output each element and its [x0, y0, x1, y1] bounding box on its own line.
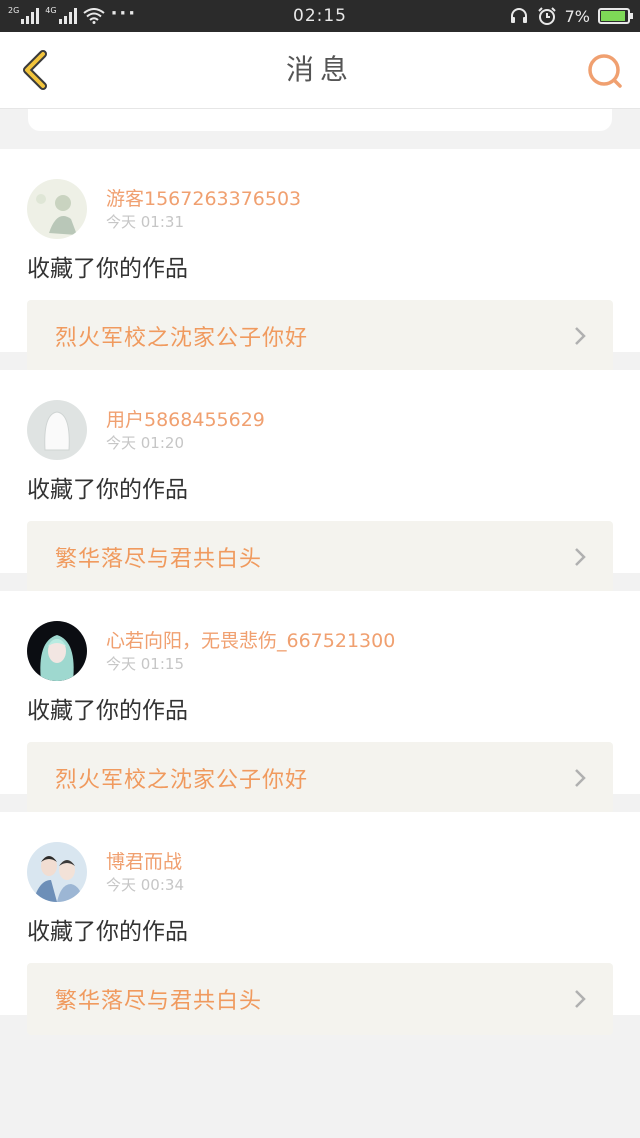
- avatar[interactable]: [27, 179, 87, 239]
- headset-icon: [510, 8, 527, 23]
- work-title: 烈火军校之沈家公子你好: [55, 326, 309, 351]
- message-card: 用户5868455629 今天 01:20 收藏了你的作品 繁华落尽与君共白头: [0, 370, 640, 593]
- chevron-right-icon: [575, 548, 586, 566]
- message-card: 心若向阳，无畏悲伤_667521300 今天 01:15 收藏了你的作品 烈火军…: [0, 591, 640, 814]
- user-name[interactable]: 心若向阳，无畏悲伤_667521300: [106, 628, 395, 654]
- work-link[interactable]: 繁华落尽与君共白头: [27, 521, 613, 593]
- message-time: 今天 01:20: [106, 434, 184, 452]
- message-time: 今天 01:15: [106, 655, 184, 673]
- message-action: 收藏了你的作品: [27, 919, 188, 945]
- search-icon[interactable]: [586, 52, 624, 90]
- message-time: 今天 01:31: [106, 213, 184, 231]
- message-card: 博君而战 今天 00:34 收藏了你的作品 繁华落尽与君共白头: [0, 812, 640, 1035]
- status-bar: 2G 4G ··· 02:15 7%: [0, 0, 640, 32]
- work-link[interactable]: 繁华落尽与君共白头: [27, 963, 613, 1035]
- message-action: 收藏了你的作品: [27, 477, 188, 503]
- message-action: 收藏了你的作品: [27, 698, 188, 724]
- work-link[interactable]: 烈火军校之沈家公子你好: [27, 300, 613, 372]
- chevron-right-icon: [575, 990, 586, 1008]
- message-list: 游客1567263376503 今天 01:31 收藏了你的作品 烈火军校之沈家…: [0, 149, 640, 1035]
- work-link[interactable]: 烈火军校之沈家公子你好: [27, 742, 613, 814]
- user-name[interactable]: 博君而战: [106, 849, 184, 875]
- battery-percent: 7%: [564, 6, 590, 26]
- avatar[interactable]: [27, 621, 87, 681]
- page-title: 消息: [285, 53, 354, 86]
- user-name[interactable]: 用户5868455629: [106, 407, 265, 433]
- app-header: 消息: [0, 32, 640, 109]
- alarm-icon: [537, 7, 556, 25]
- user-name[interactable]: 游客1567263376503: [106, 186, 301, 212]
- chevron-right-icon: [575, 327, 586, 345]
- battery-icon: [598, 8, 633, 24]
- work-title: 繁华落尽与君共白头: [55, 989, 263, 1014]
- work-title: 烈火军校之沈家公子你好: [55, 768, 309, 793]
- previous-card-edge: [28, 109, 612, 131]
- work-title: 繁华落尽与君共白头: [55, 547, 263, 572]
- chevron-right-icon: [575, 769, 586, 787]
- message-time: 今天 00:34: [106, 876, 184, 894]
- avatar[interactable]: [27, 842, 87, 902]
- message-action: 收藏了你的作品: [27, 256, 188, 282]
- avatar[interactable]: [27, 400, 87, 460]
- message-card: 游客1567263376503 今天 01:31 收藏了你的作品 烈火军校之沈家…: [0, 149, 640, 372]
